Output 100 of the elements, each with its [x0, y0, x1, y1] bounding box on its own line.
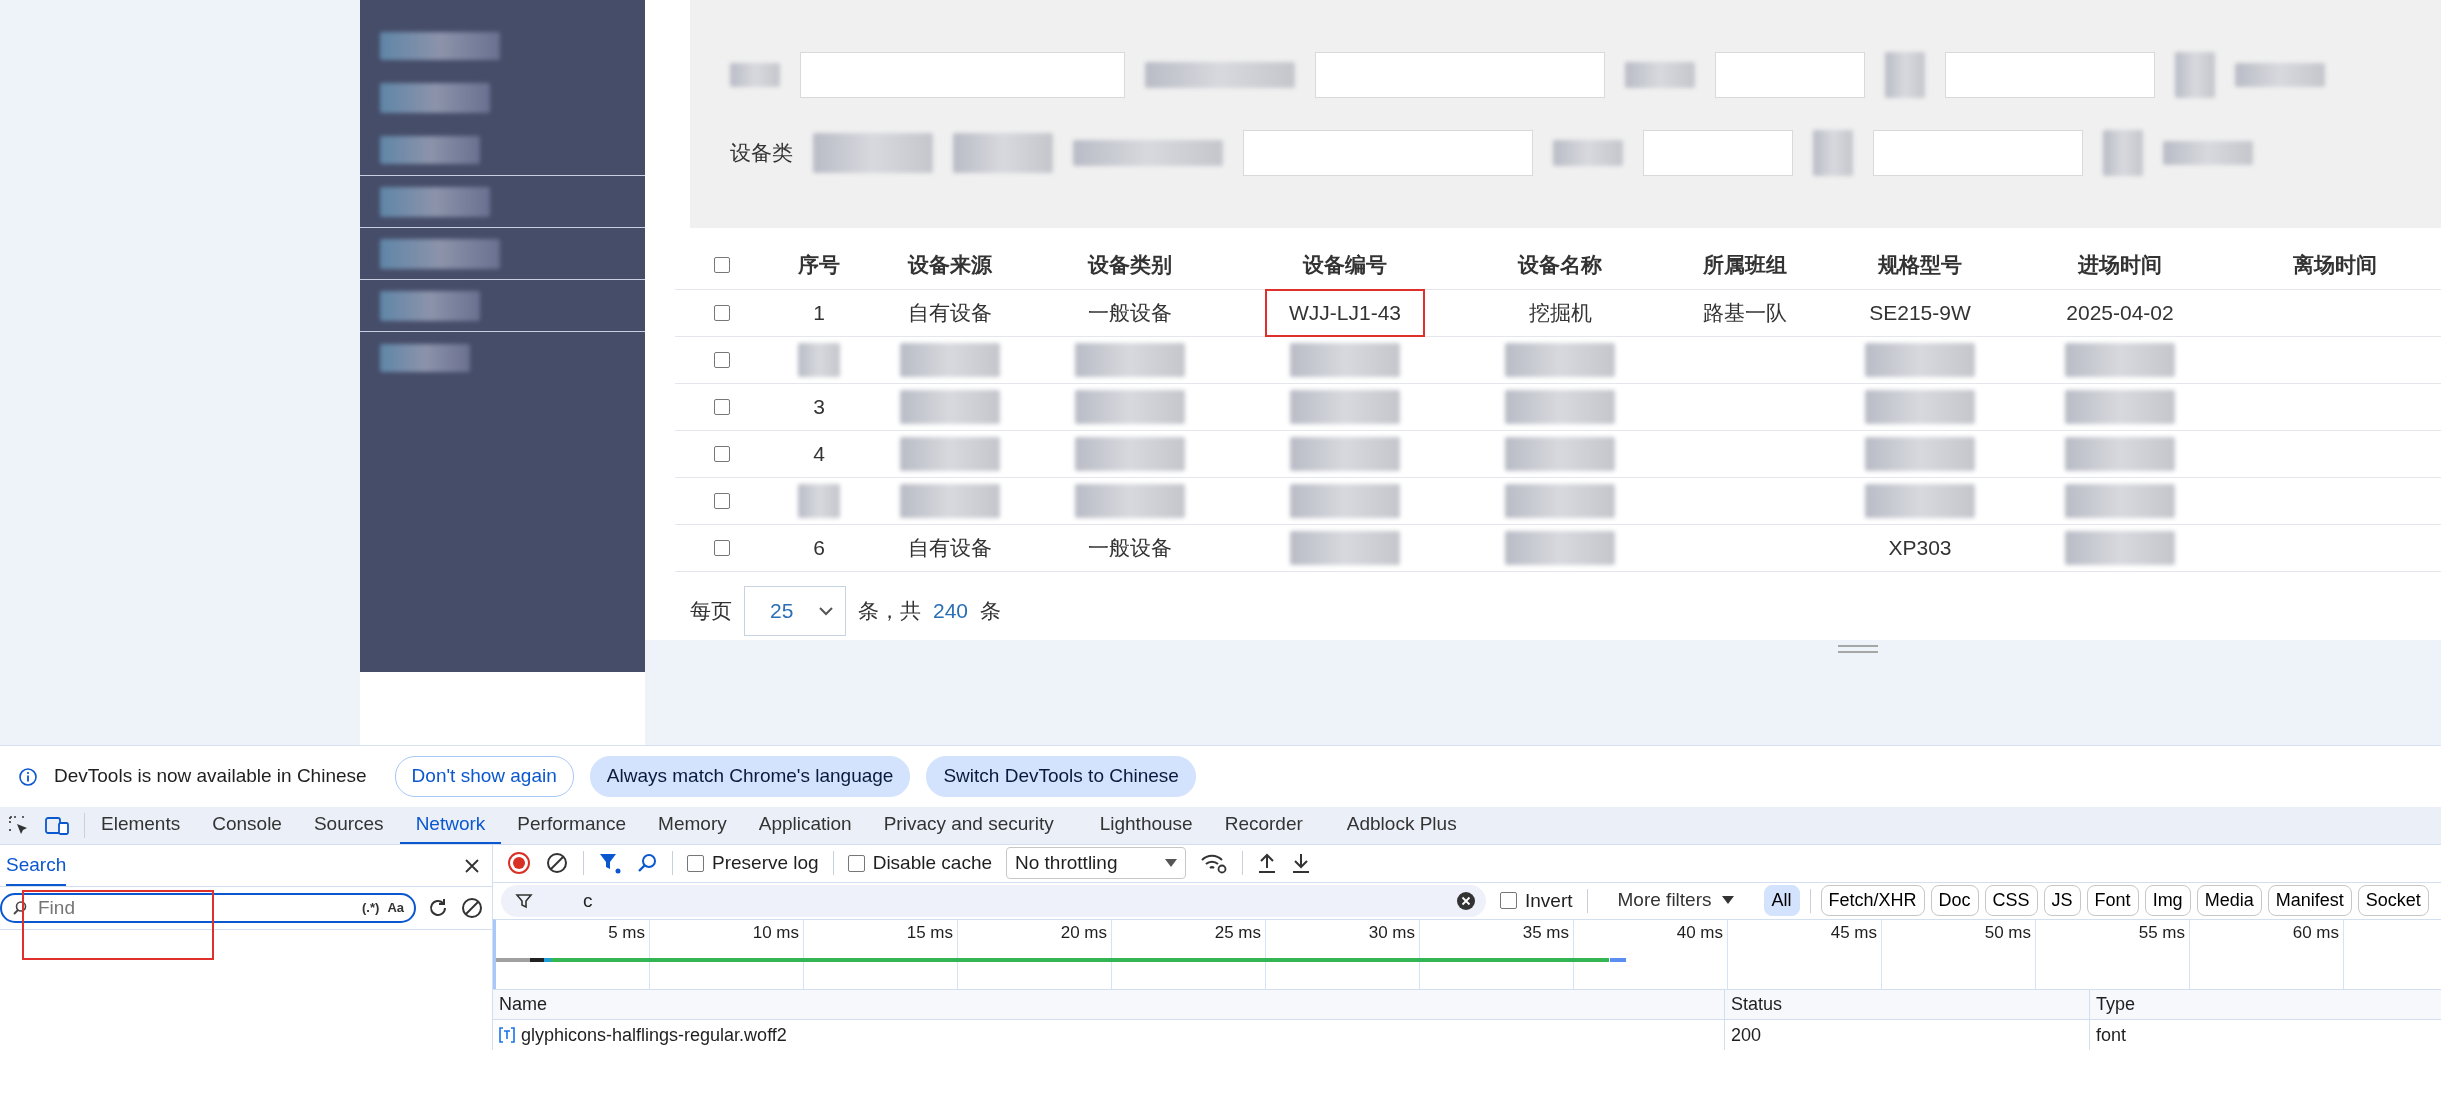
tick-label: 40 ms — [1676, 922, 1723, 942]
clear-icon[interactable] — [460, 896, 484, 920]
devtools-tab[interactable]: Network — [399, 807, 502, 844]
devtools-tab[interactable]: Lighthouse — [1083, 807, 1209, 844]
filter-chip[interactable]: Socket — [2357, 885, 2429, 917]
checkbox[interactable] — [1500, 892, 1517, 910]
regex-toggle[interactable]: (.*) — [362, 898, 380, 918]
devtools-tab[interactable]: Recorder — [1208, 807, 1319, 844]
upload-icon[interactable] — [1257, 852, 1277, 875]
blurred-area — [798, 484, 840, 518]
search-field[interactable]: Find (.*) Aa — [0, 893, 416, 923]
select-field[interactable] — [1315, 52, 1605, 98]
table-cell-text: 挖掘机 — [1528, 300, 1592, 327]
devtools-tab[interactable]: Performance — [501, 807, 643, 844]
page-size-select[interactable]: 25 — [744, 586, 846, 636]
table-cell: WJJ-LJ1-43 — [1265, 289, 1425, 337]
column-header: 设备名称 — [1518, 251, 1602, 278]
info-button[interactable]: Switch DevTools to Chinese — [926, 756, 1196, 797]
checkbox[interactable] — [713, 399, 730, 415]
blurred-area — [1625, 62, 1695, 88]
checkbox[interactable] — [713, 352, 730, 368]
select-field[interactable] — [800, 52, 1125, 98]
request-status: 200 — [1731, 1023, 1762, 1047]
select-field[interactable] — [1243, 130, 1533, 176]
info-button[interactable]: Always match Chrome's language — [589, 756, 911, 797]
checkbox-label: Disable cache — [872, 851, 992, 876]
date-field[interactable] — [1715, 52, 1865, 98]
date-field[interactable] — [1643, 130, 1793, 176]
blurred-area — [2175, 52, 2215, 98]
checkbox-label: Preserve log — [712, 851, 819, 876]
filter-chip[interactable]: CSS — [1984, 885, 2038, 917]
filter-field[interactable]: c — [501, 884, 1486, 917]
devtools-tab[interactable]: Console — [196, 807, 298, 844]
throttling-select[interactable]: No throttling — [1006, 847, 1186, 880]
search-tab[interactable]: Search — [6, 845, 67, 886]
device-toolbar-icon[interactable] — [44, 814, 70, 837]
column-header: 所属班组 — [1703, 251, 1787, 278]
tick-label: 5 ms — [608, 922, 645, 942]
info-button[interactable]: Don't show again — [394, 756, 574, 797]
filter-icon — [515, 891, 533, 910]
more-filters-dropdown[interactable]: More filters — [1601, 885, 1750, 917]
filter-chip[interactable]: Font — [2086, 885, 2139, 917]
table-cell-text: 6 — [813, 535, 825, 562]
blurred-area — [2103, 130, 2143, 176]
filter-chip[interactable]: All — [1763, 885, 1800, 917]
close-icon[interactable] — [464, 857, 480, 874]
network-settings-icon[interactable] — [1200, 852, 1228, 875]
checkbox[interactable] — [847, 854, 865, 872]
checkbox[interactable] — [713, 305, 730, 321]
download-icon[interactable] — [1291, 852, 1311, 875]
match-case-toggle[interactable]: Aa — [387, 898, 404, 918]
devtools-tab[interactable]: Adblock Plus — [1330, 807, 1473, 844]
per-page-label: 每页 — [690, 598, 732, 625]
file-icon — [499, 1027, 515, 1043]
tick-label: 50 ms — [1984, 922, 2031, 942]
table-cell-text: 1 — [813, 300, 825, 327]
clear-icon[interactable] — [1456, 890, 1476, 911]
blurred-area — [1813, 130, 1853, 176]
filter-label: 设备类 — [730, 140, 793, 167]
blurred-area — [798, 343, 840, 377]
column-header: 设备来源 — [908, 251, 992, 278]
tick-label: 25 ms — [1214, 922, 1261, 942]
filter-chip[interactable]: Doc — [1930, 885, 1979, 917]
checkbox[interactable] — [713, 256, 730, 273]
column-header: 设备类别 — [1088, 251, 1172, 278]
tick-label: 60 ms — [2292, 922, 2339, 942]
column-header: 序号 — [798, 251, 840, 278]
record-icon[interactable] — [507, 851, 531, 876]
filter-chip[interactable]: Fetch/XHR — [1820, 885, 1925, 917]
checkbox[interactable] — [713, 493, 730, 509]
total-label: 条，共 — [858, 598, 921, 625]
filter-chip[interactable]: Manifest — [2267, 885, 2352, 917]
devtools-tab[interactable]: Elements — [85, 807, 197, 844]
table-cell-text: SE215-9W — [1869, 300, 1971, 327]
total-label: 条 — [980, 598, 1002, 625]
checkbox[interactable] — [713, 540, 730, 556]
devtools-tab[interactable]: Application — [742, 807, 868, 844]
clear-icon[interactable] — [545, 851, 569, 876]
request-type: font — [2096, 1023, 2127, 1047]
column-header: 设备编号 — [1303, 251, 1387, 278]
devtools-tab[interactable]: Memory — [642, 807, 743, 844]
checkbox[interactable] — [713, 446, 730, 462]
column-header: 离场时间 — [2293, 251, 2377, 278]
devtools-tab[interactable]: Privacy and security — [867, 807, 1070, 844]
filter-chip[interactable]: Media — [2196, 885, 2262, 917]
date-field[interactable] — [1945, 52, 2155, 98]
blurred-area — [730, 63, 780, 87]
info-message: DevTools is now available in Chinese — [54, 764, 367, 789]
resize-handle[interactable] — [1838, 645, 1878, 653]
tick-label: 10 ms — [752, 922, 799, 942]
request-name[interactable]: glyphicons-halflings-regular.woff2 — [521, 1021, 787, 1049]
filter-chip[interactable]: Img — [2144, 885, 2191, 917]
tick-label: 15 ms — [906, 922, 953, 942]
checkbox[interactable] — [687, 854, 704, 872]
devtools-tab[interactable]: Sources — [297, 807, 400, 844]
column-header: Status — [1731, 993, 1783, 1016]
tick-label: 45 ms — [1830, 922, 1877, 942]
filter-icon[interactable] — [598, 851, 622, 876]
filter-chip[interactable]: JS — [2043, 885, 2081, 917]
date-field[interactable] — [1873, 130, 2083, 176]
